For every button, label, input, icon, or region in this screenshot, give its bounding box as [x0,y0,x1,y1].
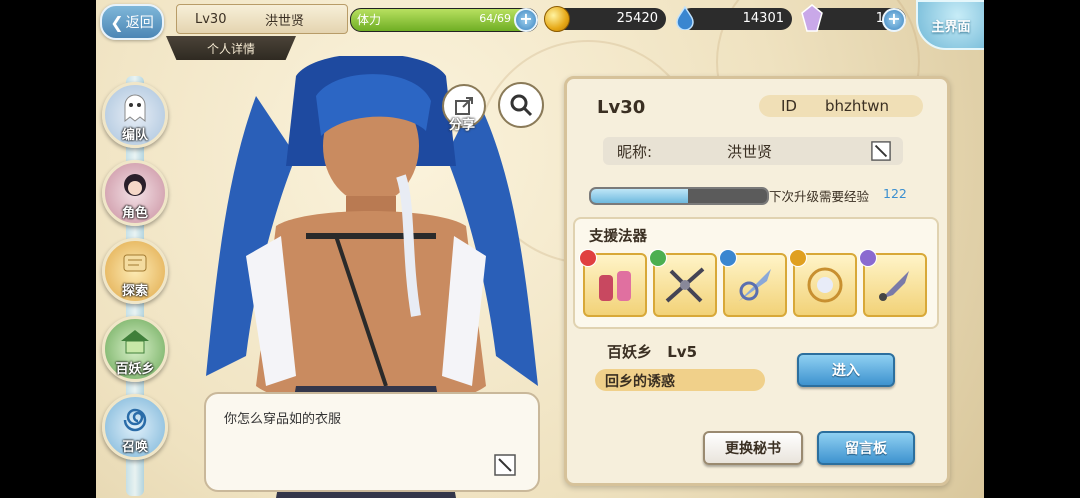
support-slot-2[interactable] [649,249,717,317]
magnifier-icon [510,94,533,117]
id-value: bhzhtwn [825,97,890,115]
left-nav: 编队 角色 探索 百妖乡 召唤 [96,66,174,498]
back-button[interactable]: ❮ 返回 [100,4,164,40]
nickname-label: 昵称: [617,142,653,161]
girl-portrait-icon [124,174,146,196]
exp-label: 下次升级需要经验 [769,189,870,204]
edit-icon[interactable] [494,454,516,476]
dagger-icon [879,271,909,301]
back-label: 返回 [125,15,154,31]
player-level-box: Lv30 洪世贤 [176,4,348,34]
support-slot-4[interactable] [789,249,857,317]
spirit-counter: 14301 [676,6,792,30]
speech-bubble[interactable]: 你怎么穿品如的衣服 [204,392,540,492]
exp-bar [589,187,769,205]
nav-label: 编队 [121,128,148,143]
blade-icon [739,269,771,301]
change-secretary-label: 更换秘书 [725,441,781,457]
house-icon [121,330,149,354]
profile-panel: Lv30 ID bhzhtwn 昵称: 洪世贤 下次升级需要经验 122 支援法… [564,76,950,486]
message-board-button[interactable]: 留言板 [817,431,915,465]
village-info: 百妖乡 Lv5 [607,341,697,362]
orb-ring-icon [807,267,843,303]
nav-label: 角色 [121,206,148,221]
nav-item-village[interactable]: 百妖乡 [102,316,168,382]
zoom-button[interactable] [498,82,544,128]
nickname-value: 洪世贤 [727,142,773,161]
player-level: Lv30 [195,11,227,27]
nav-label: 探索 [121,284,148,299]
stamina-value: 64/69 [479,12,511,25]
top-bar: ❮ 返回 Lv30 洪世贤 个人详情 体力 64/69 + 25420 1430… [96,0,984,60]
share-label: 分享 [448,118,475,133]
player-name: 洪世贤 [265,13,305,29]
nav-item-summon[interactable]: 召唤 [102,394,168,460]
scroll-icon [123,254,147,272]
id-label: ID [781,97,797,115]
blue-flame-icon [676,6,694,30]
gold-value: 25420 [616,11,658,26]
enter-village-button[interactable]: 进入 [797,353,895,387]
stamina-bar: 体力 64/69 [350,8,538,32]
support-slot-1[interactable] [579,249,647,317]
nav-item-explore[interactable]: 探索 [102,238,168,304]
support-artifacts: 支援法器 [573,217,939,329]
stamina-label: 体力 [357,13,382,27]
gold-counter: 25420 [544,6,666,32]
enter-label: 进入 [832,363,860,379]
crossbow-icon [665,267,705,303]
ghost-icon [124,94,146,123]
add-crystal-button[interactable]: + [882,8,906,32]
exp-value: 122 [883,186,907,201]
speech-text: 你怎么穿品如的衣服 [224,412,342,427]
crystal-icon [801,4,823,32]
profile-level: Lv30 [597,97,646,118]
nav-label: 百妖乡 [115,362,155,377]
potion-bottles-icon [599,271,631,301]
nav-label: 召唤 [121,440,148,455]
player-id-box: ID bhzhtwn [759,95,923,117]
village-level: Lv5 [667,343,698,361]
gold-coin-icon [544,6,570,32]
village-label: 百妖乡 [607,343,653,361]
add-stamina-button[interactable]: + [514,8,538,32]
support-slot-3[interactable] [719,249,787,317]
nickname-bar: 昵称: 洪世贤 [603,137,903,165]
change-secretary-button[interactable]: 更换秘书 [703,431,803,465]
game-screen: ❮ 返回 Lv30 洪世贤 个人详情 体力 64/69 + 25420 1430… [96,0,984,498]
nav-item-team[interactable]: 编队 [102,82,168,148]
home-label: 主界面 [931,19,971,35]
support-label: 支援法器 [589,229,647,245]
edit-nickname-icon[interactable] [871,141,891,161]
support-slot-5[interactable] [859,249,927,317]
village-title-bar: 回乡的诱惑 [595,369,765,391]
spirit-value: 14301 [742,11,784,26]
message-board-label: 留言板 [845,441,887,457]
swirl-icon [123,408,147,432]
profile-tab-label: 个人详情 [206,41,255,56]
nav-item-character[interactable]: 角色 [102,160,168,226]
chevron-left-icon: ❮ [110,12,124,32]
home-button[interactable]: 主界面 [916,0,984,50]
village-title: 回乡的诱惑 [605,374,675,390]
exp-fill [591,189,688,203]
